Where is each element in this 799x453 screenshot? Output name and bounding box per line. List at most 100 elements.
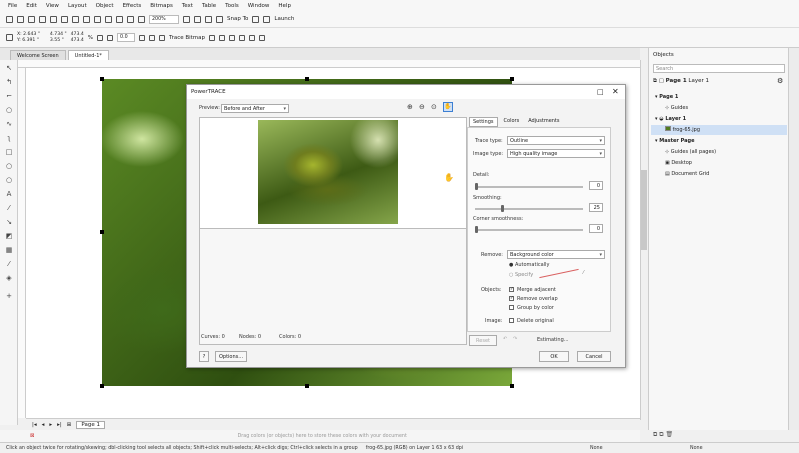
- delete-original-checkbox[interactable]: [509, 318, 514, 323]
- print-icon[interactable]: [50, 15, 57, 23]
- options-gear-icon[interactable]: [252, 15, 260, 23]
- selection-handle-tm[interactable]: [305, 77, 309, 81]
- menu-object[interactable]: Object: [96, 3, 114, 9]
- docker-tabs-strip[interactable]: [788, 48, 799, 430]
- copy-icon[interactable]: [72, 15, 79, 23]
- freehand-tool-icon[interactable]: ∿: [5, 120, 13, 128]
- zoom-out-icon[interactable]: ⊖: [419, 103, 425, 111]
- help-button[interactable]: ?: [199, 351, 209, 362]
- new-master-layer-icon[interactable]: ⧉: [659, 431, 663, 438]
- smoothing-value[interactable]: 25: [589, 203, 603, 212]
- tab-welcome-screen[interactable]: Welcome Screen: [10, 50, 66, 60]
- object-origin-icon[interactable]: [6, 34, 13, 41]
- resample-icon[interactable]: [219, 34, 226, 41]
- pick-tool-icon[interactable]: ↖: [5, 64, 13, 72]
- crop-icon[interactable]: [209, 34, 216, 41]
- menu-view[interactable]: View: [46, 3, 59, 9]
- wrap-text-icon[interactable]: [249, 34, 256, 41]
- export-icon[interactable]: [127, 15, 134, 23]
- specify-radio[interactable]: ○ Specify: [509, 272, 533, 278]
- add-icon[interactable]: [259, 34, 266, 41]
- vertical-scroll-thumb[interactable]: [641, 170, 647, 250]
- delete-icon[interactable]: 🗑: [665, 431, 673, 438]
- fill-status[interactable]: None: [590, 446, 603, 451]
- polygon-tool-icon[interactable]: ○: [5, 176, 13, 184]
- palette-no-color-icon[interactable]: ⊠: [30, 433, 35, 439]
- tree-guides[interactable]: ⊹ Guides: [651, 103, 787, 113]
- tree-layer-1[interactable]: ▾ ◒ Layer 1: [651, 114, 787, 124]
- preview-pane[interactable]: [199, 117, 467, 345]
- close-icon[interactable]: ✕: [612, 85, 619, 99]
- detail-slider[interactable]: [475, 186, 583, 188]
- width-field[interactable]: 4.734 ": [50, 32, 67, 38]
- rectangle-tool-icon[interactable]: □: [5, 148, 13, 156]
- tab-untitled-1[interactable]: Untitled-1*: [67, 50, 109, 60]
- new-layer-icon[interactable]: ⧉: [653, 431, 657, 438]
- show-grid-icon[interactable]: [205, 15, 212, 23]
- cancel-button[interactable]: Cancel: [577, 351, 611, 362]
- menu-edit[interactable]: Edit: [26, 3, 37, 9]
- paste-icon[interactable]: [83, 15, 90, 23]
- show-rulers-icon[interactable]: [194, 15, 201, 23]
- menu-effects[interactable]: Effects: [123, 3, 142, 9]
- ellipse-tool-icon[interactable]: ○: [5, 162, 13, 170]
- interactive-fill-icon[interactable]: ◈: [5, 274, 13, 282]
- rotation-angle-field[interactable]: 0.0: [117, 33, 136, 42]
- launch-icon[interactable]: [263, 15, 271, 23]
- menu-tools[interactable]: Tools: [225, 3, 239, 9]
- bitmap-color-mask-icon[interactable]: [229, 34, 236, 41]
- zoom-in-icon[interactable]: ⊕: [407, 103, 413, 111]
- trace-bitmap-dropdown[interactable]: Trace Bitmap: [169, 35, 205, 41]
- tree-master-page[interactable]: ▾ Master Page: [651, 136, 787, 146]
- detail-value[interactable]: 0: [589, 181, 603, 190]
- connector-tool-icon[interactable]: ↘: [5, 218, 13, 226]
- reset-button[interactable]: Reset: [469, 335, 497, 346]
- remove-select[interactable]: Background color: [507, 250, 605, 259]
- cloud-icon[interactable]: [39, 15, 46, 23]
- remove-overlap-checkbox[interactable]: ✓: [509, 296, 514, 301]
- undo-icon[interactable]: ↶: [503, 336, 507, 342]
- scale-x-field[interactable]: 473.4: [71, 32, 84, 38]
- menu-window[interactable]: Window: [248, 3, 270, 9]
- drop-shadow-icon[interactable]: ◩: [5, 232, 13, 240]
- menu-text[interactable]: Text: [182, 3, 193, 9]
- corner-smoothness-value[interactable]: 0: [589, 224, 603, 233]
- crop-tool-icon[interactable]: ⌐: [5, 92, 13, 100]
- tab-settings[interactable]: Settings: [469, 117, 498, 127]
- redo-icon[interactable]: ↷: [513, 336, 517, 342]
- selection-handle-ml[interactable]: [100, 230, 104, 234]
- selection-handle-br[interactable]: [510, 384, 514, 388]
- page-1-tab[interactable]: Page 1: [76, 420, 105, 429]
- first-page-icon[interactable]: |◂: [32, 422, 37, 428]
- smoothing-slider[interactable]: [475, 208, 583, 210]
- options-button[interactable]: Options...: [215, 351, 247, 362]
- full-screen-icon[interactable]: [183, 15, 190, 23]
- group-by-color-checkbox[interactable]: [509, 305, 514, 310]
- x-position-field[interactable]: X: 2.643 ": [17, 32, 40, 38]
- automatically-radio[interactable]: ● Automatically: [509, 262, 549, 268]
- tab-colors[interactable]: Colors: [501, 117, 523, 127]
- launch-dropdown[interactable]: Launch: [274, 16, 294, 22]
- import-icon[interactable]: [116, 15, 123, 23]
- merge-adjacent-checkbox[interactable]: ✓: [509, 287, 514, 292]
- snap-icon[interactable]: [216, 15, 223, 23]
- undo-icon[interactable]: [94, 15, 101, 23]
- trace-type-select[interactable]: Outline: [507, 136, 605, 145]
- objects-options-gear-icon[interactable]: ⚙: [777, 77, 783, 85]
- tree-frog-bitmap[interactable]: frog-65.jpg: [651, 125, 787, 135]
- tree-guides-all[interactable]: ⊹ Guides (all pages): [651, 147, 787, 157]
- tree-document-grid[interactable]: ▤ Document Grid: [651, 169, 787, 179]
- zoom-fit-icon[interactable]: ⊙: [431, 103, 437, 111]
- eyedropper-icon[interactable]: ⁄: [583, 270, 584, 276]
- selection-handle-tl[interactable]: [100, 77, 104, 81]
- menu-help[interactable]: Help: [278, 3, 291, 9]
- save-icon[interactable]: [28, 15, 35, 23]
- publish-pdf-icon[interactable]: [138, 15, 145, 23]
- menu-layout[interactable]: Layout: [68, 3, 87, 9]
- selection-handle-bm[interactable]: [305, 384, 309, 388]
- redo-icon[interactable]: [105, 15, 112, 23]
- position-icon[interactable]: [239, 34, 246, 41]
- smoothing-slider-thumb[interactable]: [501, 205, 504, 212]
- zoom-level-field[interactable]: 200%: [149, 14, 179, 24]
- open-icon[interactable]: [17, 15, 24, 23]
